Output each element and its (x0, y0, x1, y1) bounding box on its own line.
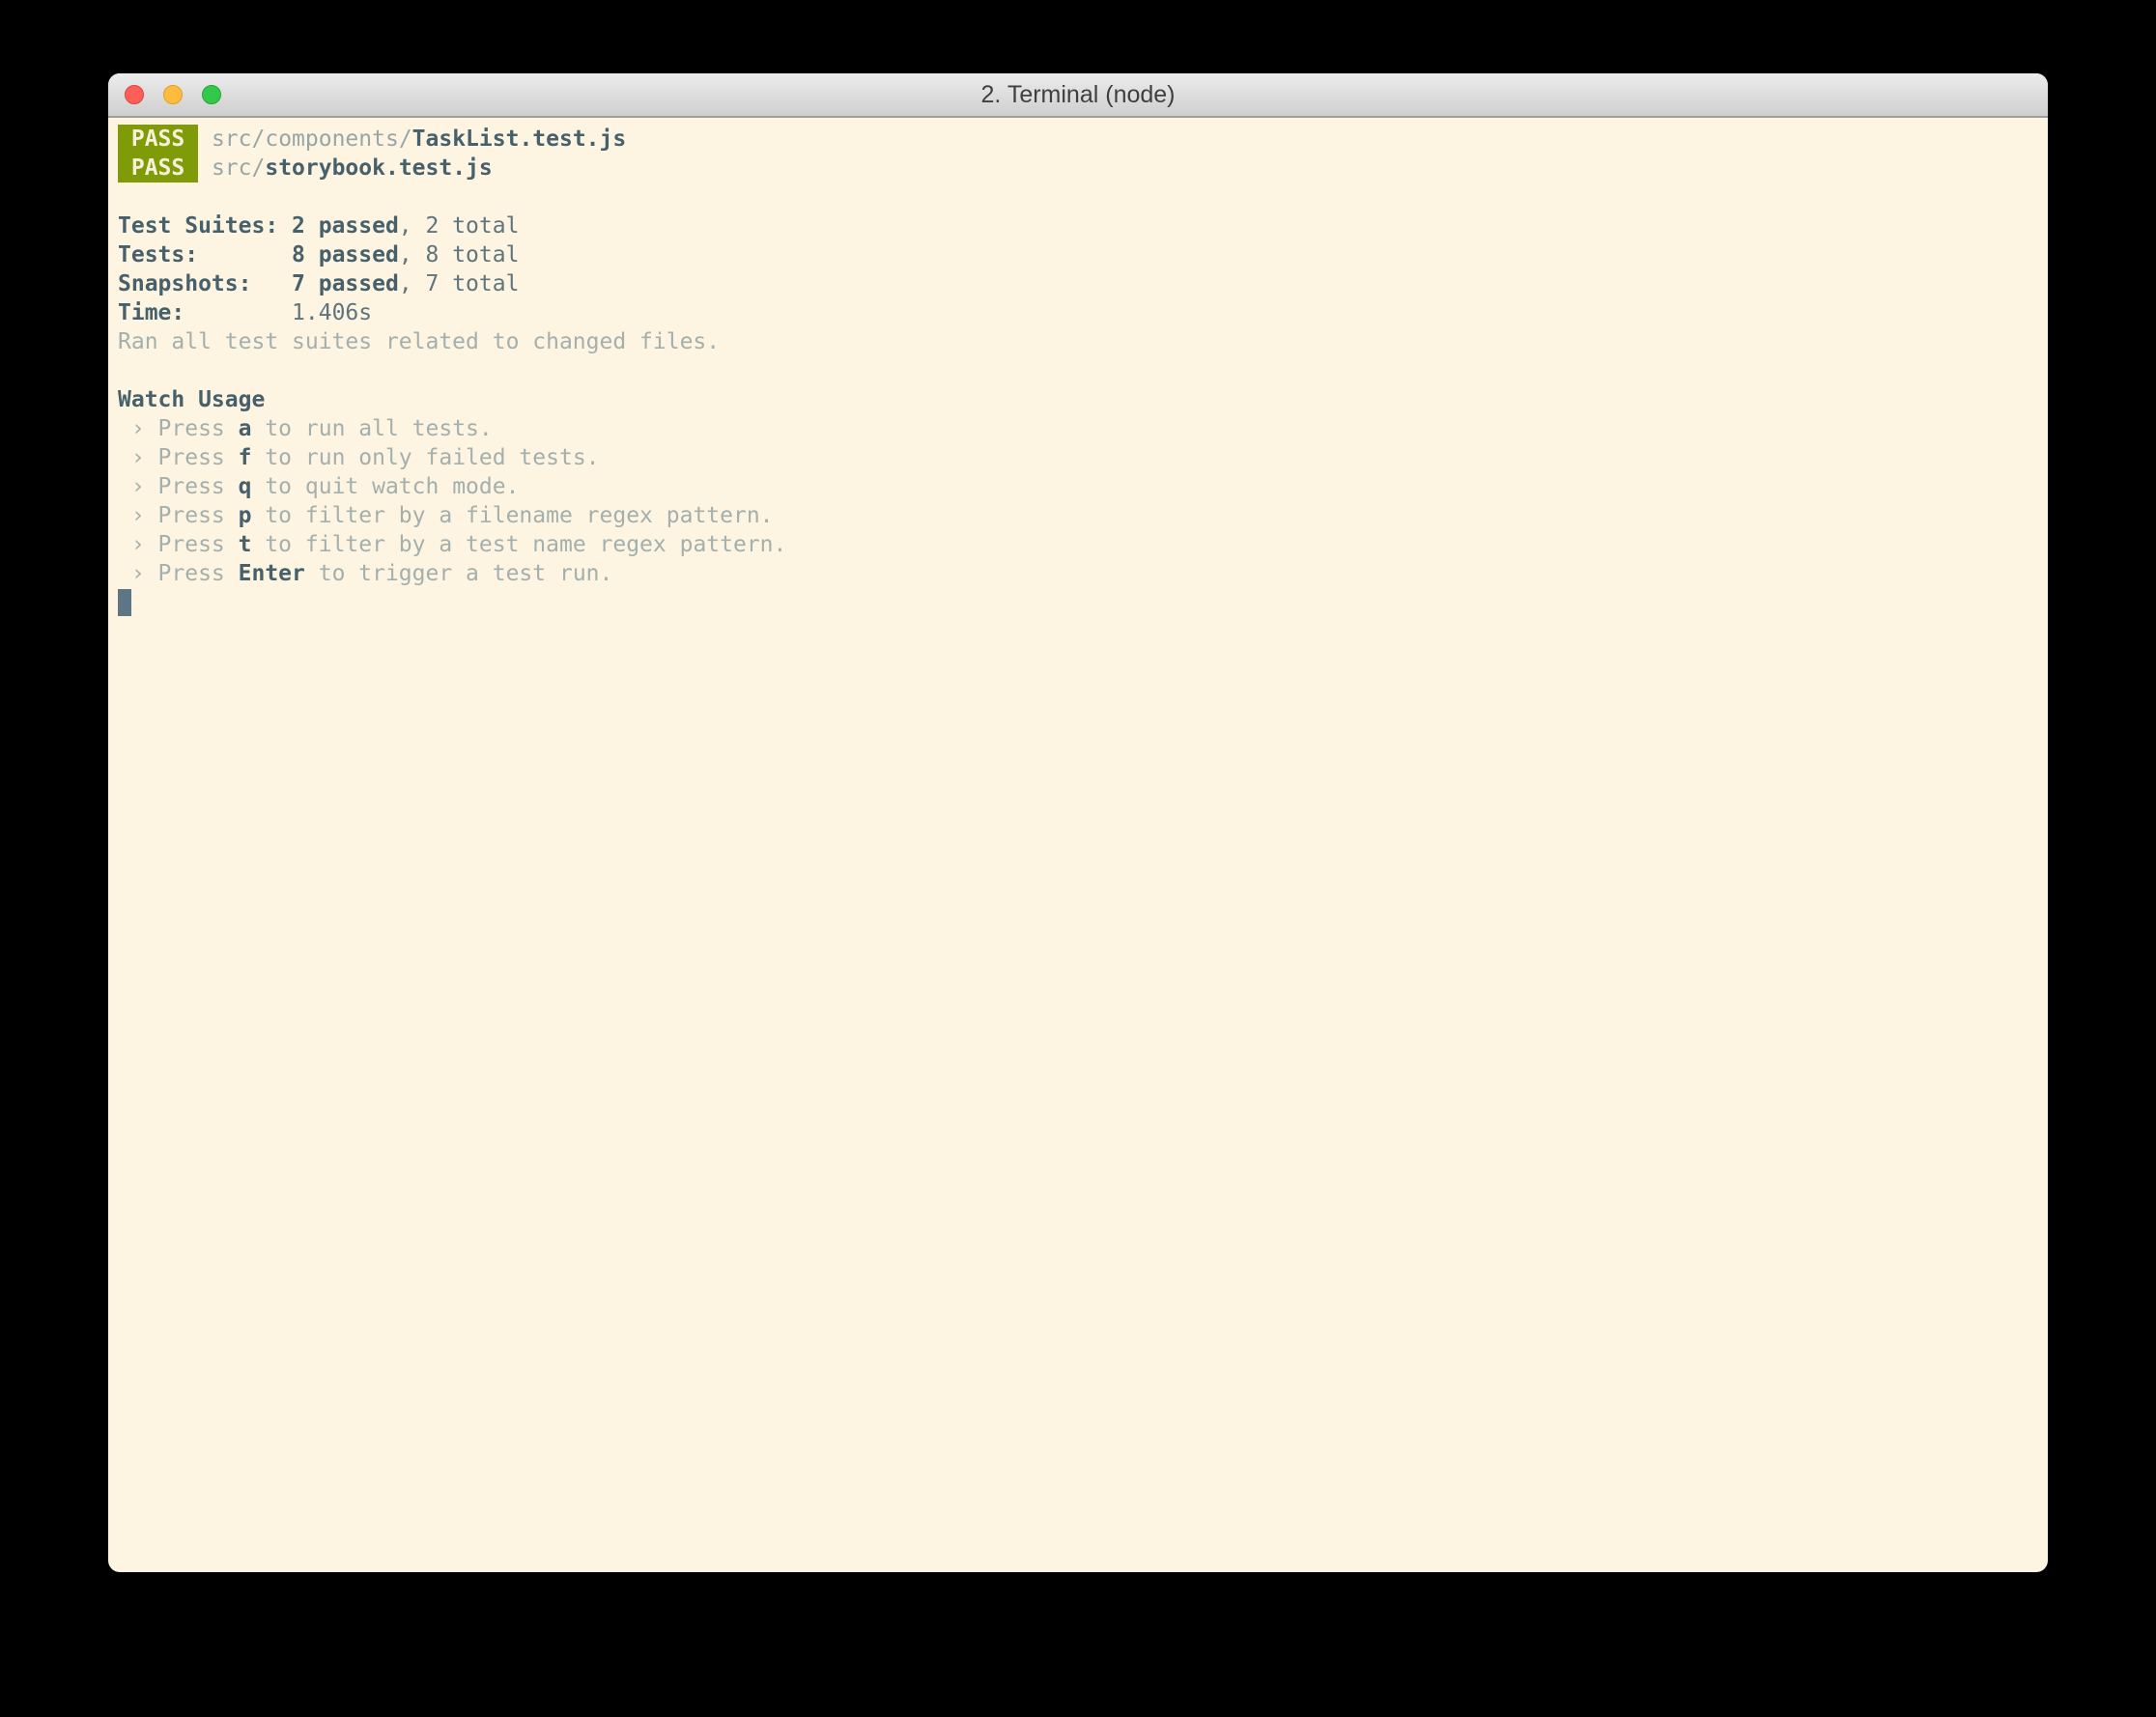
terminal-line: › Press t to filter by a test name regex… (118, 530, 2038, 559)
terminal-text-segment: to filter by a filename regex pattern. (251, 503, 774, 528)
terminal-line: › Press p to filter by a filename regex … (118, 501, 2038, 530)
terminal-text-segment: to run all tests. (251, 416, 493, 441)
terminal-line: Tests: 8 passed, 8 total (118, 240, 2038, 269)
cursor (118, 589, 131, 616)
terminal-line: › Press a to run all tests. (118, 414, 2038, 443)
terminal-text-segment: › Press (118, 503, 239, 528)
terminal-text-segment: q (238, 474, 252, 499)
terminal-text-segment: src/ (211, 155, 266, 181)
terminal-text-segment: t (238, 532, 252, 557)
terminal-text-segment: Snapshots: (118, 271, 252, 296)
terminal-text-segment: Enter (238, 561, 305, 586)
terminal-text-segment: › Press (118, 561, 239, 586)
terminal-text-segment: f (238, 445, 252, 470)
terminal-text-segment: › Press (118, 474, 239, 499)
terminal-line: PASS src/components/TaskList.test.js (118, 125, 2038, 154)
terminal-text-segment: 2 passed (292, 213, 399, 239)
terminal-line: Time: 1.406s (118, 298, 2038, 327)
terminal-line: Watch Usage (118, 385, 2038, 414)
terminal-text-segment: › Press (118, 445, 239, 470)
terminal-text-segment: Time: (118, 300, 185, 325)
terminal-line: Snapshots: 7 passed, 7 total (118, 269, 2038, 298)
terminal-text-segment: , 2 total (398, 213, 520, 239)
terminal-text-segment: PASS (118, 125, 199, 154)
traffic-lights (125, 73, 221, 116)
minimize-button[interactable] (163, 85, 183, 104)
terminal-text-segment: p (238, 503, 252, 528)
terminal-text-segment: Test Suites: (118, 213, 293, 239)
terminal-line: › Press Enter to trigger a test run. (118, 559, 2038, 588)
terminal-text-segment: storybook.test.js (265, 155, 493, 181)
terminal-text-segment: › Press (118, 532, 239, 557)
terminal-text-segment: a (238, 416, 252, 441)
terminal-text-segment: Watch Usage (118, 387, 266, 412)
terminal-line: › Press q to quit watch mode. (118, 472, 2038, 501)
desktop-background: 2. Terminal (node) PASS src/components/T… (0, 0, 2156, 1717)
terminal-text-segment: 1.406s (292, 300, 373, 325)
terminal-line: Test Suites: 2 passed, 2 total (118, 211, 2038, 240)
terminal-text-segment: to run only failed tests. (251, 445, 600, 470)
close-button[interactable] (125, 85, 144, 104)
window-title: 2. Terminal (node) (980, 80, 1176, 108)
terminal-text-segment: , 7 total (398, 271, 520, 296)
terminal-text-segment: to filter by a test name regex pattern. (251, 532, 787, 557)
terminal-text-segment: 7 passed (292, 271, 399, 296)
terminal-text-segment: to trigger a test run. (304, 561, 613, 586)
title-bar[interactable]: 2. Terminal (node) (108, 73, 2048, 118)
terminal-text-segment: TaskList.test.js (411, 127, 627, 152)
terminal-text-segment: PASS (118, 154, 199, 183)
terminal-line (118, 588, 2038, 617)
terminal-line: › Press f to run only failed tests. (118, 443, 2038, 472)
terminal-text-segment: to quit watch mode. (251, 474, 520, 499)
terminal-text-segment: src/components/ (211, 127, 412, 152)
terminal-text-segment: , 8 total (398, 242, 520, 267)
terminal-text-segment: Tests: (118, 242, 199, 267)
terminal-text-segment: 8 passed (292, 242, 399, 267)
terminal-window: 2. Terminal (node) PASS src/components/T… (108, 73, 2048, 1572)
terminal-text-segment: Ran all test suites related to changed f… (118, 329, 721, 354)
terminal-line: PASS src/storybook.test.js (118, 154, 2038, 183)
terminal-line: Ran all test suites related to changed f… (118, 327, 2038, 356)
terminal-output[interactable]: PASS src/components/TaskList.test.js PAS… (108, 118, 2048, 624)
terminal-text-segment: › Press (118, 416, 239, 441)
zoom-button[interactable] (202, 85, 221, 104)
